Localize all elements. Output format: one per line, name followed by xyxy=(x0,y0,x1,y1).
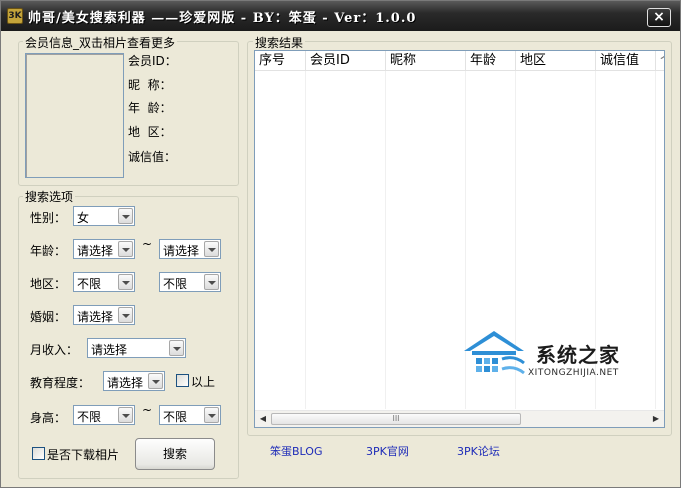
watermark-domain: XITONGZHIJIA.NET xyxy=(528,368,619,378)
search-button[interactable]: 搜索 xyxy=(135,438,215,470)
member-info-title: 会员信息_双击相片查看更多 xyxy=(23,34,178,51)
results-title: 搜索结果 xyxy=(253,34,306,51)
download-photos-label: 是否下载相片 xyxy=(47,448,120,462)
height-from-value: 不限 xyxy=(77,410,102,424)
column-header-nickname[interactable]: 昵称 xyxy=(386,51,466,71)
chevron-down-icon[interactable] xyxy=(148,373,163,389)
column-header-credit[interactable]: 诚信值 xyxy=(596,51,656,71)
province-value: 不限 xyxy=(77,277,102,291)
age-range-separator: ~ xyxy=(142,237,153,251)
chevron-down-icon[interactable] xyxy=(118,241,133,257)
column-header-region[interactable]: 地区 xyxy=(516,51,596,71)
member-credit-label: 诚信值： xyxy=(128,150,177,164)
house-logo-icon xyxy=(464,331,525,375)
height-to-value: 不限 xyxy=(163,410,188,424)
scroll-left-icon[interactable]: ◀ xyxy=(257,413,269,425)
official-site-link[interactable]: 3PK官网 xyxy=(366,443,409,459)
column-divider xyxy=(305,71,306,409)
watermark-name: 系统之家 xyxy=(536,343,620,367)
main-window: 3K 帅哥/美女搜索利器 ——珍爱网版 - BY：笨蛋 - Ver：1.0.0 … xyxy=(0,0,681,488)
download-photos-checkbox[interactable] xyxy=(32,447,45,460)
chevron-down-icon[interactable] xyxy=(204,274,219,290)
province-select[interactable]: 不限 xyxy=(73,272,135,292)
education-label: 教育程度： xyxy=(30,376,91,390)
search-options-title: 搜索选项 xyxy=(23,188,76,205)
scroll-right-icon[interactable]: ▶ xyxy=(650,413,662,425)
education-select[interactable]: 请选择 xyxy=(103,371,165,391)
member-nickname-label: 昵 称： xyxy=(128,78,172,92)
chevron-down-icon[interactable] xyxy=(204,241,219,257)
chevron-down-icon[interactable] xyxy=(204,407,219,423)
scrollbar-thumb[interactable]: III xyxy=(271,413,521,425)
age-label: 年龄： xyxy=(30,244,67,258)
watermark-logo: 系统之家 XITONGZHIJIA.NET xyxy=(458,323,658,383)
height-to-select[interactable]: 不限 xyxy=(159,405,221,425)
column-header-index[interactable]: 序号 xyxy=(255,51,306,71)
column-divider xyxy=(385,71,386,409)
forum-link[interactable]: 3PK论坛 xyxy=(457,443,500,459)
education-above-checkbox[interactable] xyxy=(176,374,189,387)
gender-value: 女 xyxy=(77,211,90,225)
member-id-label: 会员ID： xyxy=(128,54,177,68)
height-range-separator: ~ xyxy=(142,403,153,417)
member-photo[interactable] xyxy=(25,53,124,178)
chevron-down-icon[interactable] xyxy=(118,208,133,224)
region-label: 地区： xyxy=(30,277,67,291)
city-select[interactable]: 不限 xyxy=(159,272,221,292)
chevron-down-icon[interactable] xyxy=(118,407,133,423)
member-region-label: 地 区： xyxy=(128,125,172,139)
income-select[interactable]: 请选择 xyxy=(87,338,186,358)
column-header-age[interactable]: 年龄 xyxy=(466,51,516,71)
app-logo-icon: 3K xyxy=(7,8,23,24)
column-header-member-id[interactable]: 会员ID xyxy=(306,51,386,71)
education-value: 请选择 xyxy=(107,376,144,390)
age-to-value: 请选择 xyxy=(163,244,200,258)
age-to-select[interactable]: 请选择 xyxy=(159,239,221,259)
results-table-header: 序号 会员ID 昵称 年龄 地区 诚信值 个 xyxy=(255,51,664,71)
member-age-label: 年 龄： xyxy=(128,101,172,115)
gender-label: 性别： xyxy=(30,211,67,225)
gender-select[interactable]: 女 xyxy=(73,206,135,226)
height-label: 身高： xyxy=(30,411,67,425)
close-button[interactable]: × xyxy=(647,8,671,27)
income-label: 月收入： xyxy=(30,343,79,357)
chevron-down-icon[interactable] xyxy=(118,274,133,290)
education-above-label: 以上 xyxy=(191,375,216,389)
blog-link[interactable]: 笨蛋BLOG xyxy=(270,443,322,459)
height-from-select[interactable]: 不限 xyxy=(73,405,135,425)
marriage-label: 婚姻： xyxy=(30,310,67,324)
title-bar[interactable]: 3K 帅哥/美女搜索利器 ——珍爱网版 - BY：笨蛋 - Ver：1.0.0 … xyxy=(1,1,680,31)
city-value: 不限 xyxy=(163,277,188,291)
chevron-down-icon[interactable] xyxy=(169,340,184,356)
income-value: 请选择 xyxy=(91,343,128,357)
age-from-value: 请选择 xyxy=(77,244,114,258)
marriage-select[interactable]: 请选择 xyxy=(73,305,135,325)
chevron-down-icon[interactable] xyxy=(118,307,133,323)
horizontal-scrollbar[interactable]: ◀ III ▶ xyxy=(255,410,664,427)
marriage-value: 请选择 xyxy=(77,310,114,324)
age-from-select[interactable]: 请选择 xyxy=(73,239,135,259)
column-header-extra[interactable]: 个 xyxy=(656,51,664,71)
window-title: 帅哥/美女搜索利器 ——珍爱网版 - BY：笨蛋 - Ver：1.0.0 xyxy=(28,11,417,26)
